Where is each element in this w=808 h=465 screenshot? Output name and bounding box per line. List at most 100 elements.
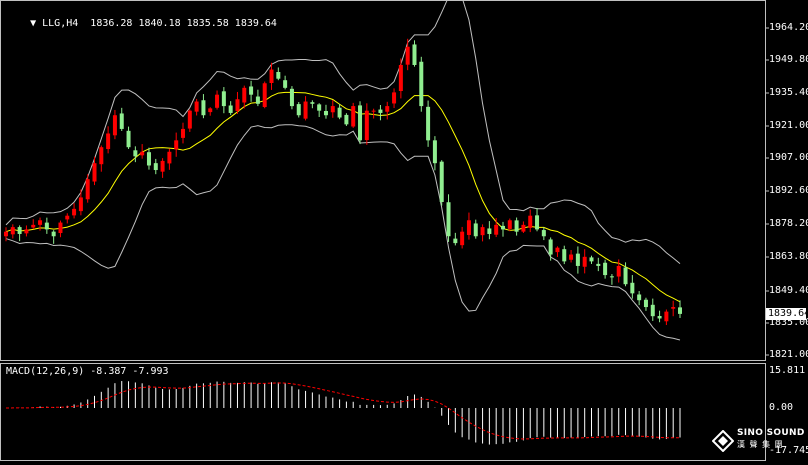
candle-body <box>24 229 29 234</box>
bollinger-lower <box>5 124 681 341</box>
candle-body <box>289 88 294 107</box>
candle-body <box>187 110 192 129</box>
candle-body <box>419 61 424 107</box>
candle-body <box>85 179 90 200</box>
candle-body <box>494 224 499 235</box>
candle-body <box>181 128 186 138</box>
candle-body <box>473 223 478 237</box>
brand-name: SINO SOUND <box>737 428 805 438</box>
price-tick-label: 1821.00 <box>769 349 808 360</box>
candle-body <box>603 262 608 276</box>
candle-body <box>358 105 363 141</box>
price-tick-label: 1964.20 <box>769 22 808 33</box>
candle-body <box>174 140 179 150</box>
candle-body <box>664 311 669 322</box>
price-tick-label: 1863.80 <box>769 251 808 262</box>
candle-body <box>487 228 492 234</box>
candle-body <box>562 249 567 262</box>
price-tick-label: 1878.20 <box>769 218 808 229</box>
candle-body <box>228 105 233 113</box>
candle-body <box>323 110 328 116</box>
candle-body <box>58 222 63 234</box>
candle-body <box>582 256 587 267</box>
candle-body <box>92 163 97 182</box>
candle-body <box>637 294 642 301</box>
candle-body <box>10 227 15 235</box>
candle-body <box>72 208 77 216</box>
candle-body <box>616 265 621 277</box>
candle-body <box>4 231 8 237</box>
candle-body <box>589 257 594 262</box>
candle-body <box>460 231 465 246</box>
price-tick-label: 1935.40 <box>769 87 808 98</box>
candle-body <box>330 106 335 113</box>
candle-body <box>194 101 199 112</box>
macd-signal-line <box>5 382 681 440</box>
candle-body <box>514 220 519 232</box>
candle-body <box>283 80 288 88</box>
candle-body <box>133 150 138 157</box>
diamond-logo-icon <box>712 430 734 452</box>
candle-body <box>507 220 512 229</box>
candle-body <box>65 215 70 220</box>
candle-body <box>480 227 485 236</box>
candle-body <box>276 71 281 79</box>
candle-body <box>221 91 226 107</box>
candle-body <box>310 102 315 104</box>
candle-body <box>378 109 383 113</box>
candle-body <box>351 106 356 127</box>
candle-body <box>126 130 131 148</box>
candle-body <box>596 263 601 266</box>
dropdown-triangle-icon[interactable]: ▼ <box>30 18 42 29</box>
price-tick-label: 1849.40 <box>769 285 808 296</box>
chart-header: ▼ LLG,H4 1836.28 1840.18 1835.58 1839.64 <box>6 6 277 42</box>
brand-logo: SINO SOUND 漢 聲 集 團 <box>712 428 806 458</box>
candle-body <box>215 94 220 108</box>
candle-body <box>112 115 117 136</box>
price-tick-label: 1892.60 <box>769 185 808 196</box>
macd-signal <box>5 382 681 440</box>
candle-body <box>146 152 151 166</box>
macd-axis-zero: 0.00 <box>769 402 794 413</box>
candle-body <box>426 106 431 141</box>
candle-body <box>609 276 614 278</box>
candle-body <box>119 113 124 129</box>
candle-body <box>405 46 410 65</box>
candle-body <box>371 110 376 112</box>
brand-subtitle: 漢 聲 集 團 <box>737 440 784 449</box>
candle-body <box>31 224 36 228</box>
candle-body <box>521 224 526 232</box>
candle-body <box>140 151 145 156</box>
candle-body <box>262 83 267 107</box>
candle-body <box>548 239 553 255</box>
symbol-header: LLG,H4 1836.28 1840.18 1835.58 1839.64 <box>42 18 277 29</box>
candle-body <box>453 238 458 244</box>
moving-average <box>5 91 681 303</box>
price-tick-label: 1907.00 <box>769 152 808 163</box>
chart-canvas[interactable] <box>0 0 808 461</box>
candle-body <box>569 254 574 260</box>
candle-body <box>303 101 308 119</box>
candle-body <box>555 247 560 253</box>
candle-body <box>78 197 83 212</box>
ma-line <box>5 91 681 303</box>
candle-body <box>500 225 505 230</box>
candle-body <box>439 161 444 203</box>
candle-body <box>344 114 349 125</box>
candle-body <box>623 267 628 285</box>
candle-body <box>398 64 403 92</box>
candle-body <box>17 227 22 234</box>
candle-body <box>630 282 635 294</box>
macd-panel-border <box>0 363 766 461</box>
bollinger-bands <box>5 0 681 341</box>
chart-window[interactable]: ▼ LLG,H4 1836.28 1840.18 1835.58 1839.64… <box>0 0 808 461</box>
candle-body <box>432 140 437 164</box>
macd-axis-max: 15.811 <box>769 365 806 376</box>
candle-body <box>269 69 274 84</box>
candle-body <box>38 220 43 225</box>
candle-body <box>235 99 240 111</box>
candle-body <box>446 202 451 237</box>
candle-body <box>528 215 533 228</box>
candle-body <box>99 147 104 165</box>
candle-body <box>466 220 471 235</box>
